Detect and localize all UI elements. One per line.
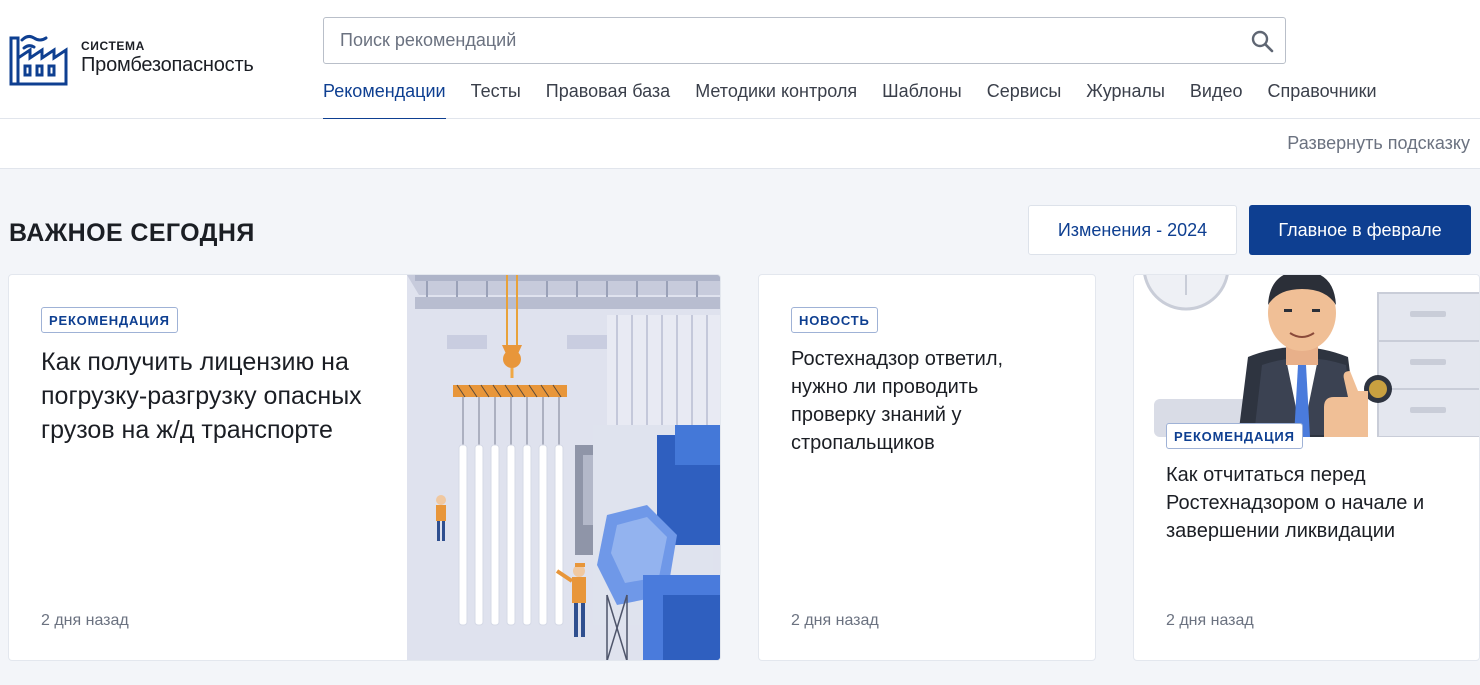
search-box [323,17,1286,64]
card-title: Как получить лицензию на погрузку-разгру… [41,348,362,444]
search-button[interactable] [1239,18,1285,63]
card-date: 2 дня назад [41,612,129,629]
changes-2024-button[interactable]: Изменения - 2024 [1028,205,1237,255]
article-card[interactable]: НОВОСТЬ Ростехнадзор ответил, нужно ли п… [758,274,1096,661]
logo-caption: СИСТЕМА [81,39,145,53]
card-title: Ростехнадзор ответил, нужно ли проводить… [791,348,1004,454]
hint-bar: Развернуть подсказку [0,119,1480,169]
main-nav: Рекомендации Тесты Правовая база Методик… [323,80,1377,120]
nav-legal-base[interactable]: Правовая база [546,80,670,119]
main-in-february-button[interactable]: Главное в феврале [1249,205,1471,255]
card-badge: НОВОСТЬ [791,307,878,333]
card-badge: РЕКОМЕНДАЦИЯ [41,307,178,333]
logo[interactable]: СИСТЕМА Промбезопасность [8,28,254,88]
card-date: 2 дня назад [1166,612,1254,629]
nav-services[interactable]: Сервисы [987,80,1062,119]
expand-hint-link[interactable]: Развернуть подсказку [1287,133,1470,154]
search-input[interactable] [340,30,1239,51]
nav-templates[interactable]: Шаблоны [882,80,962,119]
section-title: ВАЖНОЕ СЕГОДНЯ [9,219,255,247]
card-date: 2 дня назад [791,612,879,629]
factory-icon [9,34,68,86]
article-card[interactable]: РЕКОМЕНДАЦИЯ Как отчитаться перед Ростех… [1133,274,1480,661]
nav-journals[interactable]: Журналы [1086,80,1165,119]
nav-references[interactable]: Справочники [1268,80,1377,119]
top-header: СИСТЕМА Промбезопасность Рекомендации Те… [0,0,1480,120]
warehouse-crane-illustration [407,275,720,660]
search-icon [1251,30,1274,52]
card-badge: РЕКОМЕНДАЦИЯ [1166,423,1303,449]
inspector-illustration [1134,275,1479,437]
nav-control-methods[interactable]: Методики контроля [695,80,857,119]
nav-video[interactable]: Видео [1190,80,1243,119]
nav-recommendations[interactable]: Рекомендации [323,80,446,120]
card-title: Как отчитаться перед Ростехнадзором о на… [1166,464,1425,542]
logo-name: Промбезопасность [81,54,254,76]
article-card[interactable]: РЕКОМЕНДАЦИЯ Как получить лицензию на по… [8,274,721,661]
nav-tests[interactable]: Тесты [471,80,521,119]
